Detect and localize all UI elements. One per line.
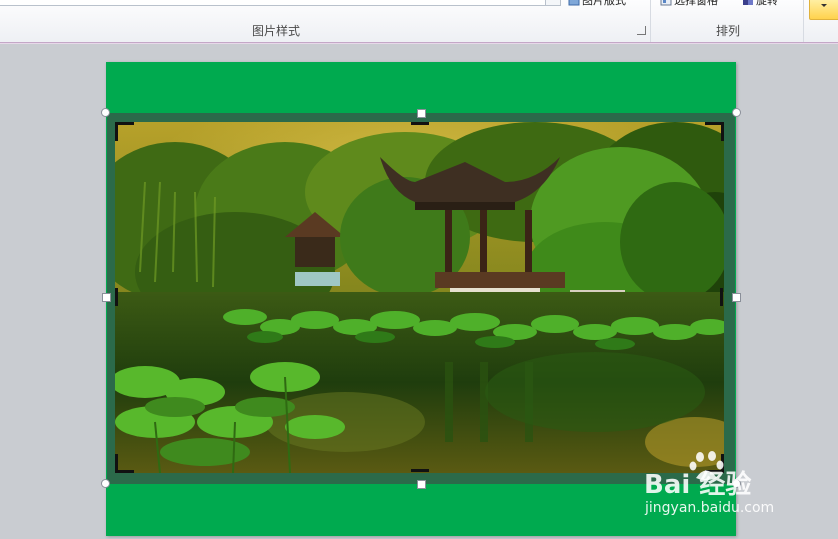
resize-handle-top[interactable] [417, 109, 426, 118]
arrange-group-label: 排列 [716, 24, 741, 38]
resize-handle-bottom-left[interactable] [101, 479, 110, 488]
crop-handle-bottom-left[interactable] [115, 454, 134, 473]
rotate-icon [742, 0, 754, 5]
crop-handle-top[interactable] [411, 122, 429, 125]
picture-layout-icon [568, 0, 580, 5]
selection-pane-button[interactable]: 选择窗格 [660, 0, 718, 7]
crop-handle-right[interactable] [720, 288, 723, 306]
dropdown-arrow-icon [821, 4, 827, 7]
selection-pane-icon [660, 0, 672, 5]
resize-handle-bottom[interactable] [417, 480, 426, 489]
baidu-jingyan-watermark: Bai 经验 [644, 470, 752, 500]
crop-handle-bottom[interactable] [411, 469, 429, 472]
garden-pavilion-photo[interactable] [115, 122, 724, 473]
gallery-more-button[interactable] [545, 0, 561, 6]
selection-pane-label: 选择窗格 [674, 0, 718, 7]
size-dropdown-button[interactable] [809, 0, 838, 20]
picture-layout-button[interactable]: 图片版式 [568, 0, 626, 7]
watermark-url: jingyan.baidu.com [645, 500, 775, 516]
picture-styles-gallery[interactable] [0, 0, 560, 6]
rotate-button[interactable]: 旋转 [742, 0, 778, 7]
resize-handle-right[interactable] [732, 293, 741, 302]
ribbon: 图片版式 图片样式 选择窗格 旋转 排列 [0, 0, 838, 43]
crop-handle-left[interactable] [115, 288, 118, 306]
resize-handle-top-right[interactable] [732, 108, 741, 117]
picture-styles-group-label: 图片样式 [252, 24, 301, 38]
group-divider [650, 0, 651, 42]
resize-handle-top-left[interactable] [101, 108, 110, 117]
resize-handle-left[interactable] [102, 293, 111, 302]
landscape-illustration [115, 122, 724, 473]
picture-layout-label: 图片版式 [582, 0, 626, 7]
dialog-launcher-icon[interactable] [637, 26, 646, 35]
rotate-label: 旋转 [756, 0, 778, 7]
crop-handle-top-left[interactable] [115, 122, 134, 141]
crop-handle-top-right[interactable] [705, 122, 724, 141]
group-divider [803, 0, 804, 42]
